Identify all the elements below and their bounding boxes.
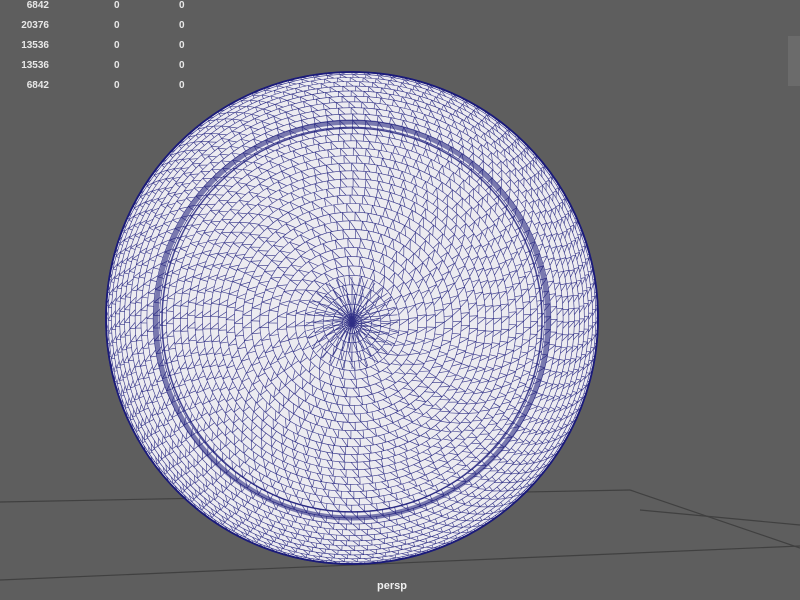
camera-name-label: persp (377, 580, 407, 592)
hud-value: 6842 (26, 0, 49, 11)
hud-value: 0 (114, 80, 120, 91)
plate-wireframe-mesh[interactable] (105, 71, 599, 565)
perspective-viewport[interactable]: 6842 0 0 20376 0 0 13536 0 0 13536 0 0 6… (0, 0, 800, 600)
viewport-edge-highlight (788, 36, 800, 86)
hud-value: 0 (179, 20, 185, 31)
hud-value: 0 (179, 60, 185, 71)
hud-value: 0 (114, 0, 120, 11)
hud-value: 0 (114, 60, 120, 71)
hud-row-tris: 13536 0 0 (0, 60, 200, 74)
hud-value: 13536 (21, 40, 49, 51)
hud-row-faces: 13536 0 0 (0, 40, 200, 54)
hud-value: 0 (179, 40, 185, 51)
hud-value: 20376 (21, 20, 49, 31)
hud-value: 0 (179, 0, 185, 11)
hud-value: 13536 (21, 60, 49, 71)
hud-row-edges: 20376 0 0 (0, 20, 200, 34)
hud-value: 0 (179, 80, 185, 91)
hud-row-verts: 6842 0 0 (0, 0, 200, 14)
hud-value: 0 (114, 20, 120, 31)
hud-row-uvs: 6842 0 0 (0, 80, 200, 94)
hud-value: 6842 (26, 80, 49, 91)
hud-value: 0 (114, 40, 120, 51)
